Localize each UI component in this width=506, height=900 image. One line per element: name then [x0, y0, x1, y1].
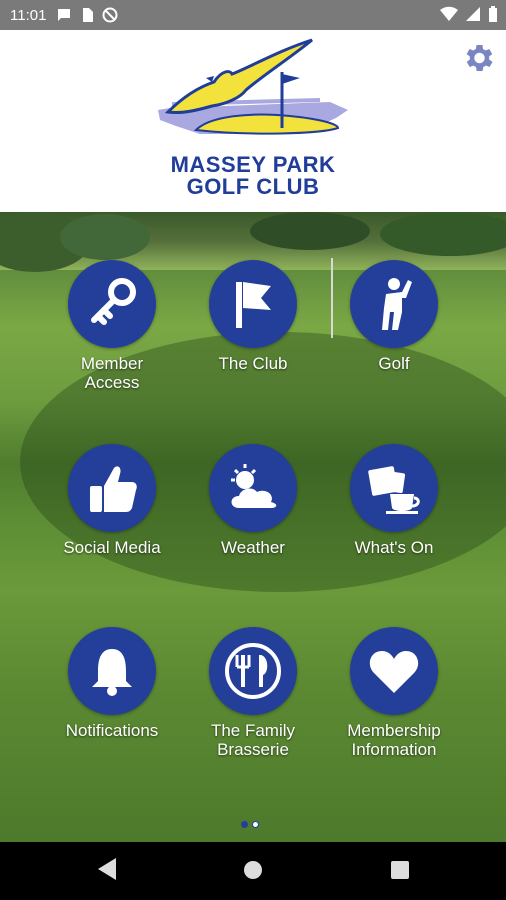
- tile-icon-circle: [209, 260, 297, 348]
- tile-label: Social Media: [63, 538, 161, 557]
- flag-icon: [236, 282, 271, 328]
- home-button[interactable]: [243, 860, 263, 885]
- status-time: 11:01: [10, 6, 47, 24]
- tile-label: Weather: [221, 538, 285, 557]
- header: MASSEY PARK GOLF CLUB: [0, 30, 506, 212]
- recents-button[interactable]: [390, 860, 410, 885]
- tile-label: The Club: [218, 354, 288, 373]
- page-dot-active: [241, 821, 248, 828]
- recents-square-icon: [391, 861, 409, 879]
- sim-card-icon: [83, 8, 94, 22]
- tile-member-access[interactable]: Member Access: [42, 260, 182, 392]
- logo-line2: GOLF CLUB: [186, 174, 320, 199]
- utensils-icon: [225, 643, 281, 699]
- tile-social-media[interactable]: Social Media: [42, 444, 182, 557]
- tile-icon-circle: [350, 260, 438, 348]
- status-system-icons: [440, 6, 498, 22]
- page-indicator: [241, 821, 259, 828]
- status-notification-icons: [56, 7, 118, 23]
- back-triangle-icon: [98, 858, 116, 880]
- coffee-calendar-icon: [368, 466, 420, 514]
- home-circle-icon: [244, 861, 262, 879]
- club-logo-icon: [158, 38, 348, 135]
- tile-label: What's On: [354, 538, 434, 557]
- tile-icon-circle: [68, 260, 156, 348]
- tile-label: Notifications: [65, 721, 159, 740]
- tile-the-club[interactable]: The Club: [183, 260, 323, 373]
- heart-icon: [369, 651, 419, 693]
- tile-label: Member Access: [80, 354, 144, 392]
- weather-icon: [231, 464, 277, 508]
- status-bar: 11:01: [0, 0, 506, 30]
- tile-the-family-brasserie[interactable]: The Family Brasserie: [183, 627, 323, 759]
- message-icon: [58, 9, 71, 21]
- page-dot-inactive[interactable]: [252, 821, 259, 828]
- gear-icon: [466, 44, 493, 72]
- tile-label: Membership Information: [347, 721, 441, 759]
- tile-whats-on[interactable]: What's On: [324, 444, 464, 557]
- tile-notifications[interactable]: Notifications: [42, 627, 182, 740]
- tile-label: Golf: [378, 354, 410, 373]
- wifi-icon: [440, 6, 458, 22]
- tile-label: The Family Brasserie: [210, 721, 296, 759]
- tile-membership-information[interactable]: Membership Information: [324, 627, 464, 759]
- tile-icon-circle: [350, 444, 438, 532]
- tile-icon-circle: [68, 444, 156, 532]
- signal-icon: [466, 7, 480, 21]
- key-icon: [91, 278, 136, 325]
- tile-icon-circle: [209, 627, 297, 715]
- bell-icon: [92, 649, 132, 696]
- do-not-disturb-icon: [102, 7, 118, 23]
- golfer-icon: [382, 278, 412, 330]
- navigation-bar: [0, 842, 506, 900]
- background-tree: [60, 214, 150, 260]
- tile-golf[interactable]: Golf: [324, 260, 464, 373]
- tile-icon-circle: [350, 627, 438, 715]
- thumbs-up-icon: [90, 466, 137, 512]
- tile-icon-circle: [68, 627, 156, 715]
- battery-icon: [489, 6, 497, 22]
- back-button[interactable]: [96, 856, 118, 887]
- tile-weather[interactable]: Weather: [183, 444, 323, 557]
- tile-icon-circle: [209, 444, 297, 532]
- settings-button[interactable]: [460, 40, 496, 76]
- background-tree: [250, 212, 370, 250]
